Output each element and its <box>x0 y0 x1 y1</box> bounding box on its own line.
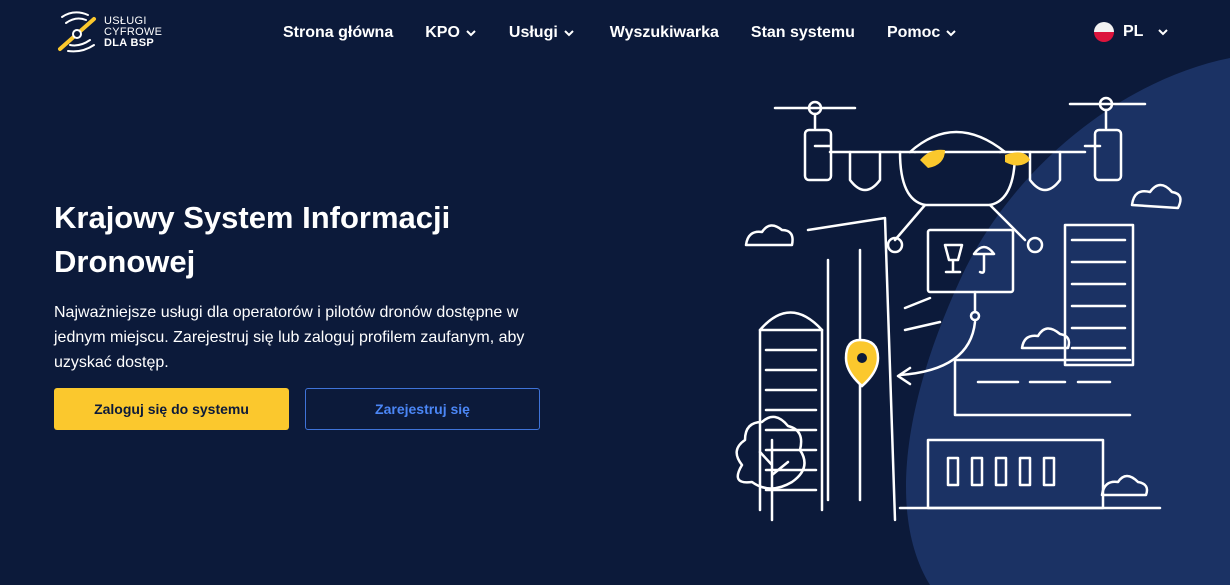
chevron-down-icon <box>1158 29 1169 36</box>
nav-item-kpo[interactable]: KPO <box>425 24 477 42</box>
page-title: Krajowy System Informacji Dronowej <box>54 200 451 279</box>
nav-item-label: Wyszukiwarka <box>609 24 719 41</box>
nav-item-stan-systemu[interactable]: Stan systemu <box>751 24 855 42</box>
logo-text-line2: CYFROWE <box>104 25 163 38</box>
language-label: PL <box>1123 23 1144 40</box>
nav-item-label: Pomoc <box>886 24 941 41</box>
drone-city-illustration <box>735 96 1182 522</box>
chevron-down-icon <box>946 30 956 37</box>
chevron-down-icon <box>466 30 476 37</box>
top-navigation-bar: USŁUGI CYFROWE DLA BSP Strona główna KPO… <box>0 0 1230 64</box>
main-navigation: Strona główna KPO Usługi Wyszukiwarka St… <box>283 22 957 44</box>
drone-propeller-logo-icon <box>58 11 96 53</box>
chevron-down-icon <box>564 30 574 37</box>
logo[interactable]: USŁUGI CYFROWE DLA BSP <box>54 6 184 58</box>
logo-text-line1: USŁUGI <box>104 14 147 27</box>
logo-text-line3: DLA BSP <box>104 36 154 49</box>
nav-item-pomoc[interactable]: Pomoc <box>887 24 957 42</box>
hero-section: Krajowy System Informacji Dronowej Najwa… <box>54 196 574 430</box>
nav-item-uslugi[interactable]: Usługi <box>509 24 575 42</box>
login-button[interactable]: Zaloguj się do systemu <box>54 388 289 430</box>
register-button[interactable]: Zarejestruj się <box>305 388 540 430</box>
nav-item-label: Usługi <box>508 24 558 41</box>
nav-item-label: Strona główna <box>283 24 394 41</box>
nav-item-label: Stan systemu <box>750 24 855 41</box>
nav-item-wyszukiwarka[interactable]: Wyszukiwarka <box>610 24 719 42</box>
poland-flag-icon <box>1094 22 1114 42</box>
language-selector[interactable]: PL <box>1094 21 1169 43</box>
nav-item-strona-glowna[interactable]: Strona główna <box>283 24 393 42</box>
nav-item-label: KPO <box>425 24 460 41</box>
hero-description: Najważniejsze usługi dla operatorów i pi… <box>54 304 525 371</box>
